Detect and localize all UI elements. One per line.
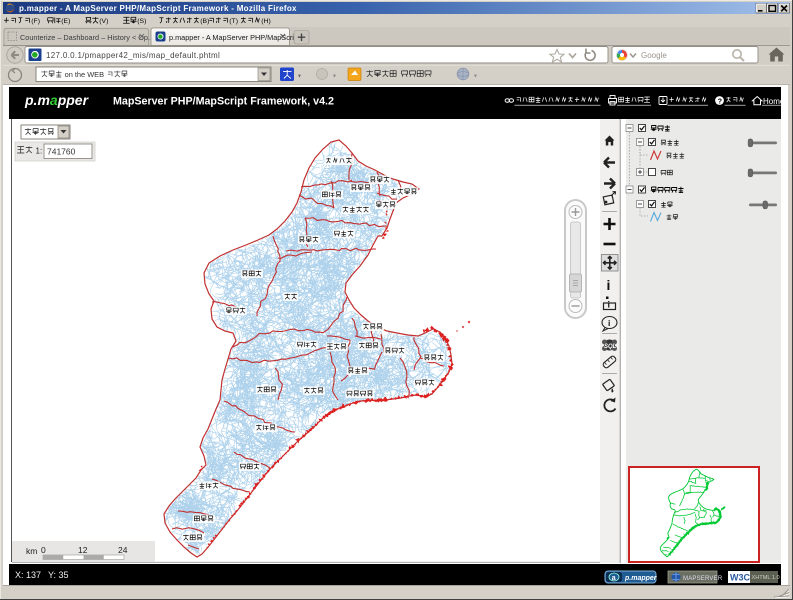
- svg-text:MAPSERVER: MAPSERVER: [683, 576, 723, 582]
- svg-text:127.0.0.1/pmapper42_mis/map_de: 127.0.0.1/pmapper42_mis/map_default.phtm…: [46, 51, 220, 60]
- svg-text:(F): (F): [31, 18, 40, 25]
- svg-text:km: km: [26, 546, 37, 556]
- svg-text:SQL: SQL: [604, 344, 617, 350]
- svg-text:X: 137: X: 137: [15, 570, 41, 580]
- svg-text:0: 0: [41, 545, 46, 555]
- svg-text:i: i: [608, 318, 610, 328]
- svg-text:(T): (T): [229, 18, 238, 25]
- svg-text:Home: Home: [763, 97, 785, 106]
- svg-text:▼: ▼: [332, 74, 337, 80]
- svg-text:(S): (S): [137, 18, 146, 25]
- svg-text:(H): (H): [261, 18, 270, 25]
- svg-text:Google: Google: [641, 51, 667, 60]
- svg-text:(E): (E): [61, 18, 70, 25]
- svg-text:Counterize – Dashboard – Histo: Counterize – Dashboard – History < Op...: [20, 33, 154, 42]
- svg-text:MapServer PHP/MapScript Fram: MapServer PHP/MapScript Framework, v4.2: [113, 96, 334, 108]
- svg-text:24: 24: [118, 545, 128, 555]
- svg-text:p.mapper - A MapServer PHP/Map: p.mapper - A MapServer PHP/MapScript Fra…: [19, 4, 297, 13]
- svg-text:Y: 35: Y: 35: [48, 570, 69, 580]
- svg-text:i: i: [608, 300, 611, 310]
- svg-text:on the WEB: on the WEB: [65, 70, 105, 79]
- svg-text:a: a: [612, 575, 616, 582]
- svg-text:?: ?: [718, 98, 722, 105]
- svg-text:i: i: [607, 277, 611, 293]
- svg-text:▼: ▼: [297, 74, 302, 80]
- svg-text:12: 12: [78, 545, 88, 555]
- svg-text:p.mapper: p.mapper: [24, 92, 90, 108]
- svg-text:XHTML 1.0: XHTML 1.0: [752, 575, 780, 581]
- svg-text:1:: 1:: [36, 147, 43, 156]
- svg-text:741760: 741760: [47, 147, 76, 157]
- svg-text:p.mapper: p.mapper: [624, 575, 658, 582]
- svg-text:(B): (B): [200, 18, 209, 25]
- svg-text:▼: ▼: [473, 74, 478, 80]
- svg-text:W3C: W3C: [730, 573, 751, 583]
- svg-text:(V): (V): [99, 18, 108, 25]
